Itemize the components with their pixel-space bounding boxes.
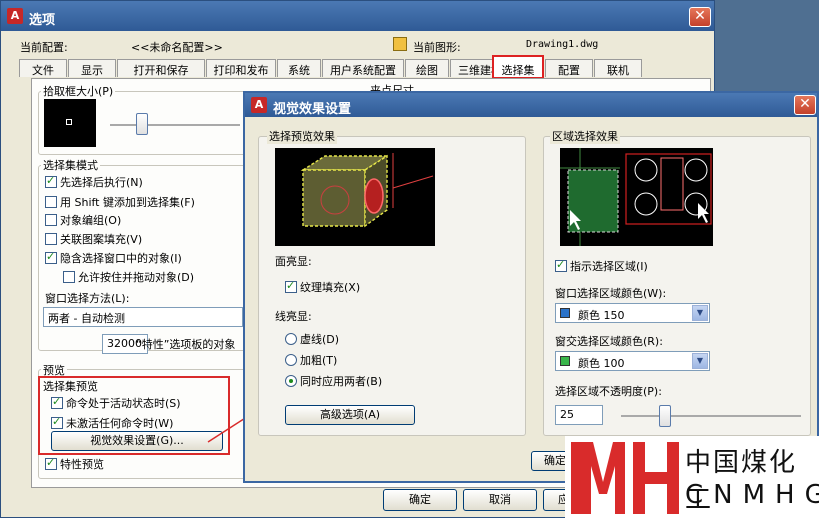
tab-plot-publish[interactable]: 打印和发布 xyxy=(206,59,276,77)
mode-implied-windowing[interactable]: 隐含选择窗口中的对象(I) xyxy=(45,250,182,266)
pickbox-size-label: 拾取框大小(P) xyxy=(41,83,116,99)
shape-circle xyxy=(684,158,708,182)
cursor-icon xyxy=(698,203,709,223)
mode-noun-verb-checkbox[interactable] xyxy=(45,174,57,188)
line-dashed-option[interactable]: 虚线(D) xyxy=(285,331,339,347)
advanced-options-button[interactable]: 高级选项(A) xyxy=(285,405,415,425)
tab-online[interactable]: 联机 xyxy=(594,59,642,77)
line-thick-radio[interactable] xyxy=(285,354,297,366)
tab-files[interactable]: 文件 xyxy=(19,59,67,77)
shape-circle xyxy=(634,158,658,182)
mode-object-grouping[interactable]: 对象编组(O) xyxy=(45,212,121,228)
current-drawing-value: Drawing1.dwg xyxy=(526,39,599,50)
visual-effect-title: 视觉效果设置 xyxy=(273,102,352,117)
selection-modes-label: 选择集模式 xyxy=(41,157,100,173)
options-titlebar[interactable]: A 选项 ✕ xyxy=(1,1,714,31)
current-config-value: <<未命名配置>> xyxy=(131,41,223,54)
object-limit-label: “特性”选项板的对象 xyxy=(136,338,236,351)
preview-effect-label: 选择预览效果 xyxy=(267,128,337,144)
box-hole xyxy=(364,178,384,214)
tab-display[interactable]: 显示 xyxy=(68,59,116,77)
property-preview[interactable]: 特性预览 xyxy=(45,456,104,472)
line-both-option[interactable]: 同时应用两者(B) xyxy=(285,373,382,389)
mode-noun-verb[interactable]: 先选择后执行(N) xyxy=(45,174,143,190)
autocad-logo-icon: A xyxy=(7,8,23,24)
cancel-button[interactable]: 取消 xyxy=(463,489,537,511)
mode-shift-add[interactable]: 用 Shift 键添加到选择集(F) xyxy=(45,194,195,210)
crossing-color-dropdown[interactable]: 颜色 100 ▼ xyxy=(555,351,710,371)
mode-allow-drag[interactable]: 允许按住并拖动对象(D) xyxy=(63,269,194,285)
close-icon[interactable]: ✕ xyxy=(689,7,711,27)
current-drawing-label: 当前图形: xyxy=(413,41,461,54)
indicate-area-checkbox[interactable] xyxy=(555,258,567,272)
tab-user-preferences[interactable]: 用户系统配置 xyxy=(322,59,404,77)
chevron-down-icon[interactable]: ▼ xyxy=(692,353,708,369)
tab-system[interactable]: 系统 xyxy=(277,59,321,77)
box-front-face xyxy=(302,169,366,227)
window-method-select[interactable]: 两者 - 自动检测 xyxy=(43,307,243,327)
window-method-label: 窗口选择方法(L): xyxy=(45,292,130,305)
ok-button[interactable]: 确定 xyxy=(383,489,457,511)
line-both-radio[interactable] xyxy=(285,375,297,387)
opacity-slider-thumb[interactable] xyxy=(659,405,671,427)
pickbox-square-icon xyxy=(66,119,72,125)
face-highlight-label: 面亮显: xyxy=(275,255,312,268)
watermark-en-text: CNMHG xyxy=(685,480,819,510)
cnmhg-logo-icon xyxy=(571,442,679,514)
tab-profiles[interactable]: 配置 xyxy=(545,59,593,77)
drawing-file-icon xyxy=(393,37,407,51)
preview-effect-image xyxy=(275,148,435,246)
indicate-area-option[interactable]: 指示选择区域(I) xyxy=(555,258,648,274)
line-dashed-radio[interactable] xyxy=(285,333,297,345)
mode-allow-drag-checkbox[interactable] xyxy=(63,271,75,283)
window-color-dropdown[interactable]: 颜色 150 ▼ xyxy=(555,303,710,323)
line-highlight-label: 线亮显: xyxy=(275,310,312,323)
shape-circle xyxy=(634,192,658,216)
watermark-logo: 中国煤化工 CNMHG xyxy=(565,436,819,518)
window-color-label: 窗口选择区域颜色(W): xyxy=(555,287,667,300)
texture-fill-checkbox[interactable] xyxy=(285,279,297,293)
current-config-label: 当前配置: xyxy=(20,41,68,54)
visual-effect-titlebar[interactable]: A 视觉效果设置 ✕ xyxy=(245,93,817,117)
property-preview-checkbox[interactable] xyxy=(45,456,57,470)
shape-rect xyxy=(660,157,684,211)
close-icon[interactable]: ✕ xyxy=(794,95,816,115)
mode-implied-windowing-checkbox[interactable] xyxy=(45,250,57,264)
line-thick-option[interactable]: 加粗(T) xyxy=(285,352,337,368)
crossing-color-label: 窗交选择区域颜色(R): xyxy=(555,335,663,348)
axis-line xyxy=(392,175,434,189)
tab-open-save[interactable]: 打开和保存 xyxy=(117,59,205,77)
mode-object-grouping-checkbox[interactable] xyxy=(45,214,57,226)
tab-selection[interactable]: 选择集 xyxy=(492,55,544,79)
chevron-down-icon[interactable]: ▼ xyxy=(692,305,708,321)
texture-fill-option[interactable]: 纹理填充(X) xyxy=(285,279,360,295)
mode-associative-hatch-checkbox[interactable] xyxy=(45,233,57,245)
crossing-color-swatch xyxy=(560,356,570,366)
area-effect-image xyxy=(560,148,713,246)
opacity-label: 选择区域不透明度(P): xyxy=(555,385,662,398)
opacity-slider-track[interactable] xyxy=(621,415,801,417)
mode-associative-hatch[interactable]: 关联图案填充(V) xyxy=(45,231,142,247)
visual-effect-dialog: A 视觉效果设置 ✕ 选择预览效果 面亮显: 纹理填充(X) 线亮显: 虚线(D… xyxy=(243,91,819,483)
pickbox-slider-track[interactable] xyxy=(110,124,240,126)
options-title: 选项 xyxy=(29,13,56,28)
area-effect-label: 区域选择效果 xyxy=(550,128,620,144)
opacity-input[interactable]: 25 xyxy=(555,405,603,425)
autocad-logo-icon: A xyxy=(251,97,267,113)
pickbox-slider-thumb[interactable] xyxy=(136,113,148,135)
mode-shift-add-checkbox[interactable] xyxy=(45,196,57,208)
pickbox-preview xyxy=(44,99,96,147)
tab-drafting[interactable]: 绘图 xyxy=(405,59,449,77)
window-color-swatch xyxy=(560,308,570,318)
